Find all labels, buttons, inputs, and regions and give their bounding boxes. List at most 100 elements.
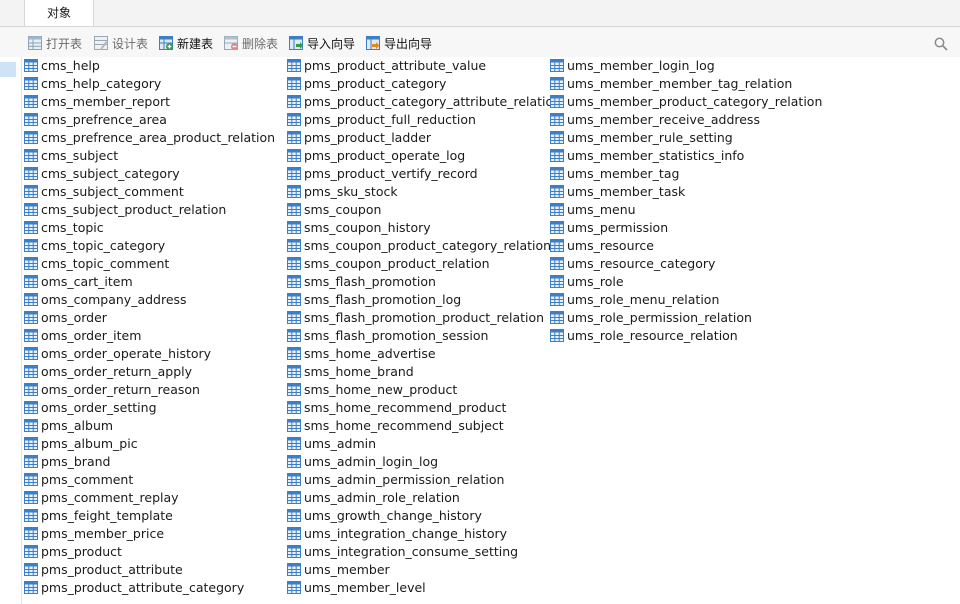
table-item[interactable]: pms_product_category bbox=[287, 74, 561, 92]
table-icon bbox=[24, 58, 38, 72]
table-item[interactable]: cms_topic_comment bbox=[24, 254, 275, 272]
table-item[interactable]: oms_cart_item bbox=[24, 272, 275, 290]
table-item[interactable]: cms_subject_category bbox=[24, 164, 275, 182]
table-item[interactable]: ums_member_level bbox=[287, 578, 561, 596]
table-item[interactable]: sms_flash_promotion bbox=[287, 272, 561, 290]
table-item[interactable]: oms_order bbox=[24, 308, 275, 326]
table-item[interactable]: ums_role_menu_relation bbox=[550, 290, 822, 308]
table-item[interactable]: sms_home_new_product bbox=[287, 380, 561, 398]
table-item[interactable]: ums_member_tag bbox=[550, 164, 822, 182]
table-name: ums_member_product_category_relation bbox=[567, 93, 823, 109]
tab-objects[interactable]: 对象 bbox=[24, 0, 94, 26]
table-item[interactable]: pms_comment_replay bbox=[24, 488, 275, 506]
table-item[interactable]: ums_role_permission_relation bbox=[550, 308, 822, 326]
table-item[interactable]: ums_member_rule_setting bbox=[550, 128, 822, 146]
table-item[interactable]: cms_subject_product_relation bbox=[24, 200, 275, 218]
table-item[interactable]: pms_brand bbox=[24, 452, 275, 470]
table-item[interactable]: pms_comment bbox=[24, 470, 275, 488]
table-item[interactable]: sms_flash_promotion_product_relation bbox=[287, 308, 561, 326]
table-name: sms_home_brand bbox=[304, 363, 414, 379]
table-item[interactable]: ums_admin bbox=[287, 434, 561, 452]
table-name: ums_integration_change_history bbox=[304, 525, 508, 541]
table-item[interactable]: ums_member_product_category_relation bbox=[550, 92, 822, 110]
table-item[interactable]: pms_product_ladder bbox=[287, 128, 561, 146]
table-item[interactable]: oms_order_item bbox=[24, 326, 275, 344]
table-icon bbox=[24, 292, 38, 306]
table-item[interactable]: pms_product_attribute_value bbox=[287, 56, 561, 74]
table-item[interactable]: pms_product_category_attribute_relation bbox=[287, 92, 561, 110]
table-item[interactable]: sms_home_advertise bbox=[287, 344, 561, 362]
table-item[interactable]: ums_member_receive_address bbox=[550, 110, 822, 128]
import-wizard-button[interactable]: 导入向导 bbox=[289, 34, 355, 52]
table-item[interactable]: ums_integration_consume_setting bbox=[287, 542, 561, 560]
table-name: oms_cart_item bbox=[41, 273, 133, 289]
table-item[interactable]: ums_admin_role_relation bbox=[287, 488, 561, 506]
table-item[interactable]: sms_coupon_history bbox=[287, 218, 561, 236]
table-name: sms_flash_promotion_product_relation bbox=[304, 309, 545, 325]
new-table-button[interactable]: 新建表 bbox=[159, 34, 213, 52]
table-item[interactable]: pms_product_full_reduction bbox=[287, 110, 561, 128]
table-item[interactable]: ums_growth_change_history bbox=[287, 506, 561, 524]
delete-table-button[interactable]: 删除表 bbox=[224, 34, 278, 52]
table-item[interactable]: ums_member_task bbox=[550, 182, 822, 200]
table-icon bbox=[287, 346, 301, 360]
table-item[interactable]: cms_topic_category bbox=[24, 236, 275, 254]
table-item[interactable]: sms_home_recommend_product bbox=[287, 398, 561, 416]
table-item[interactable]: sms_coupon bbox=[287, 200, 561, 218]
table-icon bbox=[287, 526, 301, 540]
table-item[interactable]: ums_resource bbox=[550, 236, 822, 254]
table-item[interactable]: pms_sku_stock bbox=[287, 182, 561, 200]
search-icon[interactable] bbox=[934, 37, 948, 51]
table-item[interactable]: pms_feight_template bbox=[24, 506, 275, 524]
table-item[interactable]: ums_integration_change_history bbox=[287, 524, 561, 542]
table-item[interactable]: ums_permission bbox=[550, 218, 822, 236]
table-item[interactable]: sms_coupon_product_category_relation bbox=[287, 236, 561, 254]
table-item[interactable]: ums_menu bbox=[550, 200, 822, 218]
table-item[interactable]: cms_help bbox=[24, 56, 275, 74]
table-icon bbox=[24, 508, 38, 522]
table-item[interactable]: ums_member_statistics_info bbox=[550, 146, 822, 164]
table-item[interactable]: cms_prefrence_area_product_relation bbox=[24, 128, 275, 146]
table-item[interactable]: sms_coupon_product_relation bbox=[287, 254, 561, 272]
table-item[interactable]: ums_admin_login_log bbox=[287, 452, 561, 470]
table-item[interactable]: ums_member_member_tag_relation bbox=[550, 74, 822, 92]
table-item[interactable]: pms_product_vertify_record bbox=[287, 164, 561, 182]
table-item[interactable]: cms_subject_comment bbox=[24, 182, 275, 200]
table-item[interactable]: cms_member_report bbox=[24, 92, 275, 110]
table-icon bbox=[24, 94, 38, 108]
table-item[interactable]: ums_resource_category bbox=[550, 254, 822, 272]
table-item[interactable]: cms_help_category bbox=[24, 74, 275, 92]
table-item[interactable]: oms_order_return_apply bbox=[24, 362, 275, 380]
table-name: ums_role_resource_relation bbox=[567, 327, 738, 343]
table-item[interactable]: oms_order_setting bbox=[24, 398, 275, 416]
table-item[interactable]: pms_product_attribute_category bbox=[24, 578, 275, 596]
design-table-button[interactable]: 设计表 bbox=[94, 34, 148, 52]
table-item[interactable]: oms_company_address bbox=[24, 290, 275, 308]
table-item[interactable]: pms_product_operate_log bbox=[287, 146, 561, 164]
table-item[interactable]: pms_member_price bbox=[24, 524, 275, 542]
table-item[interactable]: sms_flash_promotion_log bbox=[287, 290, 561, 308]
table-item[interactable]: oms_order_operate_history bbox=[24, 344, 275, 362]
table-item[interactable]: pms_product bbox=[24, 542, 275, 560]
table-item[interactable]: oms_order_return_reason bbox=[24, 380, 275, 398]
table-item[interactable]: sms_home_brand bbox=[287, 362, 561, 380]
table-item[interactable]: pms_album bbox=[24, 416, 275, 434]
table-item[interactable]: sms_home_recommend_subject bbox=[287, 416, 561, 434]
table-item[interactable]: cms_prefrence_area bbox=[24, 110, 275, 128]
table-item[interactable]: pms_album_pic bbox=[24, 434, 275, 452]
table-item[interactable]: ums_member_login_log bbox=[550, 56, 822, 74]
table-item[interactable]: ums_member bbox=[287, 560, 561, 578]
table-icon bbox=[24, 130, 38, 144]
table-icon bbox=[550, 202, 564, 216]
table-item[interactable]: sms_flash_promotion_session bbox=[287, 326, 561, 344]
table-item[interactable]: ums_role bbox=[550, 272, 822, 290]
table-item[interactable]: pms_product_attribute bbox=[24, 560, 275, 578]
table-item[interactable]: ums_role_resource_relation bbox=[550, 326, 822, 344]
export-wizard-button[interactable]: 导出向导 bbox=[366, 34, 432, 52]
table-icon bbox=[24, 346, 38, 360]
table-icon bbox=[24, 328, 38, 342]
open-table-button[interactable]: 打开表 bbox=[28, 34, 82, 52]
table-item[interactable]: ums_admin_permission_relation bbox=[287, 470, 561, 488]
table-item[interactable]: cms_subject bbox=[24, 146, 275, 164]
table-item[interactable]: cms_topic bbox=[24, 218, 275, 236]
